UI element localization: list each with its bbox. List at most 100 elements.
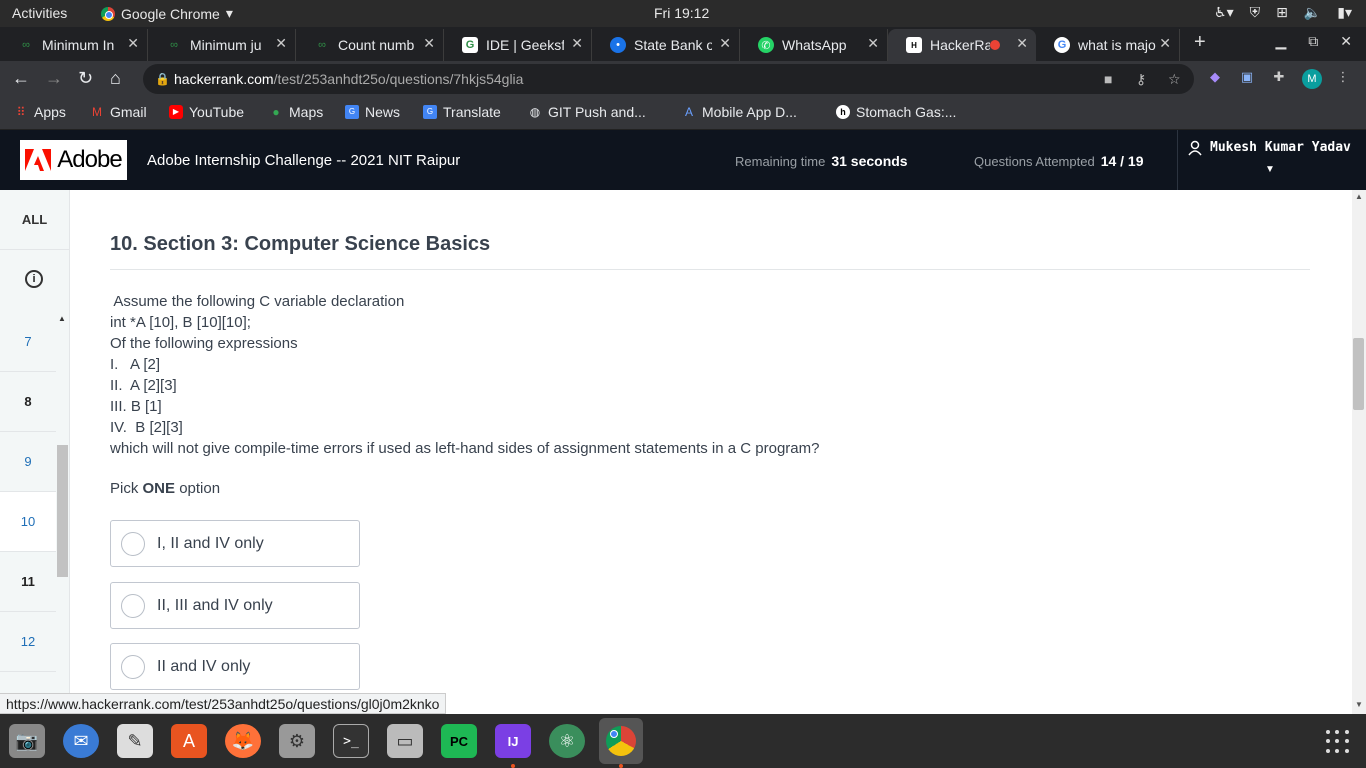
firefox-icon[interactable]: 🦊 [225, 724, 261, 758]
browser-tab[interactable]: ∞ Minimum In ✕ [0, 29, 148, 61]
bookmark-translate[interactable]: G Translate [423, 104, 501, 120]
activities-button[interactable]: Activities [12, 5, 67, 21]
accessibility-icon[interactable]: ♿▾ [1214, 4, 1234, 21]
question-line: which will not give compile-time errors … [110, 440, 820, 457]
close-icon[interactable]: ✕ [571, 35, 583, 52]
close-icon[interactable]: ✕ [867, 35, 879, 52]
pick-instruction: Pick ONE option [110, 480, 220, 497]
scroll-up-arrow[interactable]: ▲ [1355, 192, 1363, 201]
files-icon[interactable]: ▭ [387, 724, 423, 758]
sidebar-scrollbar[interactable] [57, 445, 68, 577]
question-nav-item[interactable]: 12 [0, 612, 56, 672]
close-icon[interactable]: ✕ [1159, 35, 1171, 52]
url-host: hackerrank.com [174, 71, 274, 87]
app-menu[interactable]: Google Chrome ▾ [101, 5, 233, 22]
option-label: II and IV only [157, 657, 251, 675]
chevron-down-icon: ▾ [225, 5, 233, 21]
radio-button[interactable] [121, 531, 145, 556]
lock-icon[interactable]: 🔒 [155, 64, 170, 94]
puzzle-icon[interactable]: ✚ [1270, 69, 1288, 87]
back-arrow-icon[interactable]: ← [12, 68, 30, 89]
terminal-icon[interactable]: >_ [333, 724, 369, 758]
forward-arrow-icon[interactable]: → [45, 68, 63, 89]
close-icon[interactable]: ✕ [423, 35, 435, 52]
key-icon[interactable]: ⚷ [1136, 64, 1146, 94]
remaining-time-value: 31 seconds [831, 153, 908, 169]
all-questions-button[interactable]: ALL [0, 190, 69, 250]
bookmark-apps[interactable]: ⠿ Apps [14, 104, 66, 120]
star-icon[interactable]: ☆ [1168, 64, 1181, 94]
chrome-dock-icon[interactable] [599, 718, 643, 764]
menu-dots-icon[interactable]: ⋮ [1334, 69, 1352, 87]
browser-tab[interactable]: ∞ Count numb ✕ [296, 29, 444, 61]
close-icon[interactable]: ✕ [719, 35, 731, 52]
address-bar[interactable]: 🔒 hackerrank.com/test/253anhdt25o/questi… [143, 64, 1194, 94]
page-scrollbar[interactable]: ▲ ▼ [1352, 190, 1366, 714]
camera-app-icon[interactable]: 📷 [9, 724, 45, 758]
new-tab-button[interactable]: + [1194, 31, 1206, 54]
info-icon[interactable]: i [25, 270, 43, 288]
atom-icon[interactable]: ⚛ [549, 724, 585, 758]
question-nav-item[interactable]: 11 [0, 552, 56, 612]
bookmark-news[interactable]: G News [345, 104, 400, 120]
test-header: Adobe Adobe Internship Challenge -- 2021… [0, 130, 1366, 190]
settings-icon[interactable]: ⚙ [279, 724, 315, 758]
browser-tab[interactable]: ✆ WhatsApp ✕ [740, 29, 888, 61]
answer-option[interactable]: II, III and IV only [110, 582, 360, 629]
bookmark-maps[interactable]: ● Maps [269, 104, 323, 120]
bookmark-youtube[interactable]: ▶ YouTube [169, 104, 244, 120]
reload-icon[interactable]: ↻ [78, 68, 93, 89]
text-editor-icon[interactable]: ✎ [117, 724, 153, 758]
site-logo-icon: A [684, 105, 693, 119]
browser-tab[interactable]: G IDE | Geeksf ✕ [444, 29, 592, 61]
profile-avatar[interactable]: M [1302, 69, 1322, 89]
extension-icon[interactable]: ◆ [1206, 69, 1224, 87]
option-label: II, III and IV only [157, 596, 273, 614]
bookmark-stomach[interactable]: h Stomach Gas:... [836, 104, 956, 120]
battery-icon[interactable]: ▮▾ [1337, 4, 1352, 21]
scroll-down-arrow[interactable]: ▼ [1355, 700, 1363, 709]
scroll-up-arrow[interactable]: ▲ [58, 314, 66, 323]
mail-app-icon[interactable]: ✉ [63, 724, 99, 758]
close-icon[interactable]: ✕ [275, 35, 287, 52]
minimize-icon[interactable]: ▁ [1275, 33, 1286, 50]
network-icon[interactable]: ⊞ [1276, 4, 1288, 21]
answer-option[interactable]: II and IV only [110, 643, 360, 690]
browser-tab[interactable]: ∞ Minimum ju ✕ [148, 29, 296, 61]
question-nav-item[interactable]: 8 [0, 372, 56, 432]
tab-title: Minimum ju [190, 37, 262, 53]
browser-tab[interactable]: G what is majo ✕ [1036, 29, 1180, 61]
close-icon[interactable]: ✕ [127, 35, 139, 52]
shield-icon[interactable]: ⛨ [1250, 4, 1261, 21]
user-menu[interactable]: Mukesh Kumar Yadav [1188, 140, 1351, 160]
question-nav-item[interactable]: 9 [0, 432, 56, 492]
bookmark-mobile-app[interactable]: A Mobile App D... [682, 104, 797, 120]
restore-icon[interactable]: ⧉ [1308, 33, 1318, 50]
answer-option[interactable]: I, II and IV only [110, 520, 360, 567]
geeks-icon: ∞ [170, 39, 178, 51]
pycharm-icon[interactable]: PC [441, 724, 477, 758]
browser-tab[interactable]: • State Bank o ✕ [592, 29, 740, 61]
radio-button[interactable] [121, 654, 145, 679]
close-window-icon[interactable]: ✕ [1340, 33, 1352, 50]
screenshot-extension-icon[interactable]: ▣ [1238, 69, 1256, 87]
browser-tab-active[interactable]: H HackerRa ✕ [888, 29, 1036, 61]
home-icon[interactable]: ⌂ [110, 68, 121, 89]
bookmark-gmail[interactable]: M Gmail [90, 104, 147, 120]
volume-icon[interactable]: 🔈 [1304, 4, 1321, 21]
question-nav-item[interactable]: 7 [0, 312, 56, 372]
question-nav-item-current[interactable]: 10 [0, 492, 56, 552]
clock[interactable]: Fri 19:12 [654, 5, 709, 21]
caret-down-icon[interactable]: ▼ [1265, 164, 1275, 175]
software-center-icon[interactable]: A [171, 724, 207, 758]
close-icon[interactable]: ✕ [1016, 35, 1028, 52]
dock: 📷 ✉ ✎ A 🦊 ⚙ >_ ▭ PC IJ ⚛ [0, 714, 1366, 768]
camera-icon[interactable]: ■ [1104, 64, 1112, 94]
radio-button[interactable] [121, 593, 145, 618]
intellij-icon[interactable]: IJ [495, 724, 531, 758]
system-tray[interactable]: ♿▾ ⛨ ⊞ 🔈 ▮▾ [1214, 4, 1352, 21]
bookmark-git[interactable]: ◍ GIT Push and... [528, 104, 646, 120]
scrollbar-thumb[interactable] [1353, 338, 1364, 410]
show-applications-icon[interactable] [1326, 730, 1350, 754]
translate-icon: G [423, 105, 437, 119]
